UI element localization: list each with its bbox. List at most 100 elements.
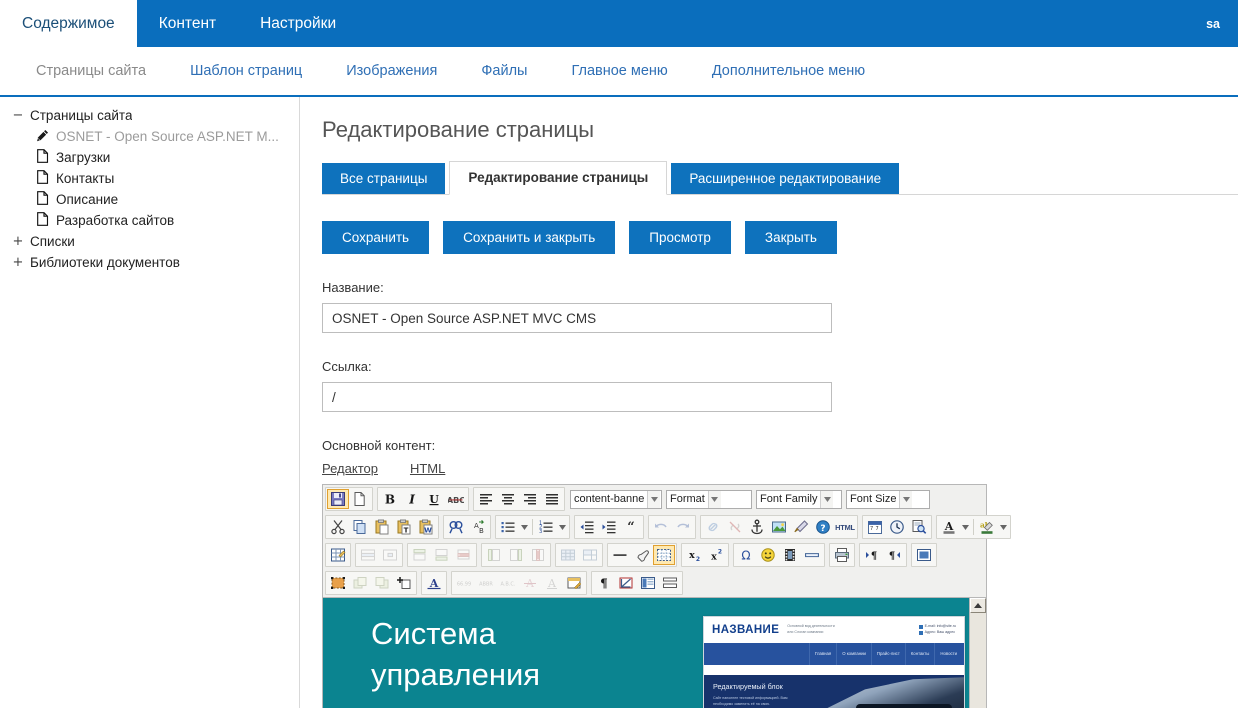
editor-mode-html-link[interactable]: HTML xyxy=(410,461,445,476)
media-icon[interactable] xyxy=(779,545,801,565)
attributes-icon[interactable] xyxy=(563,573,585,593)
blockquote-icon[interactable]: “ xyxy=(620,517,642,537)
image-icon[interactable] xyxy=(768,517,790,537)
align-justify-icon[interactable] xyxy=(541,489,563,509)
superscript-icon[interactable]: x2 xyxy=(705,545,727,565)
italic-icon[interactable]: I xyxy=(401,489,423,509)
paste-icon[interactable] xyxy=(371,517,393,537)
merge-cells-icon[interactable] xyxy=(579,545,601,565)
insert-column-before-icon[interactable] xyxy=(483,545,505,565)
name-input[interactable] xyxy=(322,303,832,333)
link-icon[interactable] xyxy=(702,517,724,537)
style-props-icon[interactable]: A xyxy=(423,573,445,593)
anchor-icon[interactable] xyxy=(746,517,768,537)
tree-node-spiski[interactable]: + Списки xyxy=(0,231,299,252)
top-tab-kontent[interactable]: Контент xyxy=(137,0,238,47)
subnav-item-glavnoe-menyu[interactable]: Главное меню xyxy=(549,63,689,79)
preview-button[interactable]: Просмотр xyxy=(629,221,731,254)
subnav-item-dopolnitelnoe-menyu[interactable]: Дополнительное меню xyxy=(690,63,887,79)
layer-backward-icon[interactable] xyxy=(349,573,371,593)
insert-time-icon[interactable] xyxy=(886,517,908,537)
template-icon[interactable] xyxy=(637,573,659,593)
undo-icon[interactable] xyxy=(650,517,672,537)
ltr-icon[interactable]: ¶ xyxy=(861,545,883,565)
preview-icon[interactable] xyxy=(908,517,930,537)
format-select[interactable]: Format xyxy=(666,489,752,509)
insert-row-before-icon[interactable] xyxy=(409,545,431,565)
nonbreaking-space-icon[interactable] xyxy=(615,573,637,593)
bullet-list-icon[interactable] xyxy=(497,517,519,537)
align-left-icon[interactable] xyxy=(475,489,497,509)
new-document-icon[interactable] xyxy=(349,489,371,509)
subnav-item-izobrazheniya[interactable]: Изображения xyxy=(324,63,459,79)
tree-node-opisanie[interactable]: Описание xyxy=(0,189,299,210)
strikethrough-icon[interactable]: ABC xyxy=(445,489,467,509)
background-color-chevron-icon[interactable] xyxy=(998,518,1009,536)
save-icon[interactable] xyxy=(327,489,349,509)
unlink-icon[interactable] xyxy=(724,517,746,537)
find-icon[interactable] xyxy=(445,517,467,537)
acronym-icon[interactable]: A.B.C. xyxy=(497,573,519,593)
emoticon-icon[interactable] xyxy=(757,545,779,565)
top-tab-soderzhimoe[interactable]: Содержимое xyxy=(0,0,137,47)
close-button[interactable]: Закрыть xyxy=(744,221,837,254)
redo-icon[interactable] xyxy=(672,517,694,537)
row-properties-icon[interactable] xyxy=(357,545,379,565)
rtl-icon[interactable]: ¶ xyxy=(883,545,905,565)
copy-icon[interactable] xyxy=(349,517,371,537)
paste-word-icon[interactable]: W xyxy=(415,517,437,537)
replace-icon[interactable]: AB xyxy=(467,517,489,537)
subnav-item-fayly[interactable]: Файлы xyxy=(459,63,549,79)
link-input[interactable] xyxy=(322,382,832,412)
tab-rasshirennoe-redaktirovanie[interactable]: Расширенное редактирование xyxy=(671,163,900,195)
citation-icon[interactable]: 66.99 xyxy=(453,573,475,593)
expand-toggle-icon[interactable]: + xyxy=(10,256,26,269)
page-break-icon[interactable] xyxy=(801,545,823,565)
delete-column-icon[interactable] xyxy=(527,545,549,565)
editor-canvas[interactable]: Система управления НАЗВАНИЕ Основной вид… xyxy=(323,598,969,708)
bullet-list-chevron-icon[interactable] xyxy=(519,518,530,536)
underline-icon[interactable]: U xyxy=(423,489,445,509)
delete-text-icon[interactable]: A xyxy=(519,573,541,593)
background-color-icon[interactable]: ab xyxy=(976,517,998,537)
editor-mode-wysiwyg-link[interactable]: Редактор xyxy=(322,461,378,476)
select-all-icon[interactable] xyxy=(327,573,349,593)
insert-table-icon[interactable] xyxy=(327,545,349,565)
paragraph-mark-icon[interactable]: ¶ xyxy=(593,573,615,593)
help-icon[interactable]: ? xyxy=(812,517,834,537)
horizontal-rule-icon[interactable] xyxy=(609,545,631,565)
page-layout-icon[interactable] xyxy=(659,573,681,593)
insert-text-icon[interactable]: A xyxy=(541,573,563,593)
insert-column-after-icon[interactable] xyxy=(505,545,527,565)
user-account-button[interactable]: sa xyxy=(1188,0,1238,47)
tree-node-razrabotka-saytov[interactable]: Разработка сайтов xyxy=(0,210,299,231)
chevron-down-icon[interactable] xyxy=(820,490,834,508)
chevron-down-icon[interactable] xyxy=(707,490,721,508)
align-right-icon[interactable] xyxy=(519,489,541,509)
tree-node-zagruzki[interactable]: Загрузки xyxy=(0,147,299,168)
print-icon[interactable] xyxy=(831,545,853,565)
charmap-icon[interactable]: Ω xyxy=(735,545,757,565)
save-and-close-button[interactable]: Сохранить и закрыть xyxy=(443,221,616,254)
styles-select[interactable]: content-banne xyxy=(570,489,662,509)
editor-scrollbar[interactable] xyxy=(969,598,986,708)
save-button[interactable]: Сохранить xyxy=(322,221,430,254)
subnav-item-shablon-stranic[interactable]: Шаблон страниц xyxy=(168,63,324,79)
subscript-icon[interactable]: x2 xyxy=(683,545,705,565)
align-center-icon[interactable] xyxy=(497,489,519,509)
insert-layer-icon[interactable] xyxy=(393,573,415,593)
tab-redaktirovanie-stranicy[interactable]: Редактирование страницы xyxy=(449,161,668,195)
chevron-down-icon[interactable] xyxy=(899,490,913,508)
editor-content-area[interactable]: Система управления НАЗВАНИЕ Основной вид… xyxy=(323,597,986,708)
font-size-select[interactable]: Font Size xyxy=(846,489,930,509)
chevron-down-icon[interactable] xyxy=(647,490,661,508)
paste-text-icon[interactable]: T xyxy=(393,517,415,537)
tree-node-kontakty[interactable]: Контакты xyxy=(0,168,299,189)
tree-node-osnet-page[interactable]: OSNET - Open Source ASP.NET M... xyxy=(0,126,299,147)
scrollbar-track[interactable] xyxy=(970,613,986,708)
insert-row-after-icon[interactable] xyxy=(431,545,453,565)
top-tab-nastroyki[interactable]: Настройки xyxy=(238,0,358,47)
delete-row-icon[interactable] xyxy=(453,545,475,565)
tree-node-stranicy-sayta[interactable]: − Страницы сайта xyxy=(0,105,299,126)
html-source-icon[interactable]: HTML xyxy=(834,517,856,537)
